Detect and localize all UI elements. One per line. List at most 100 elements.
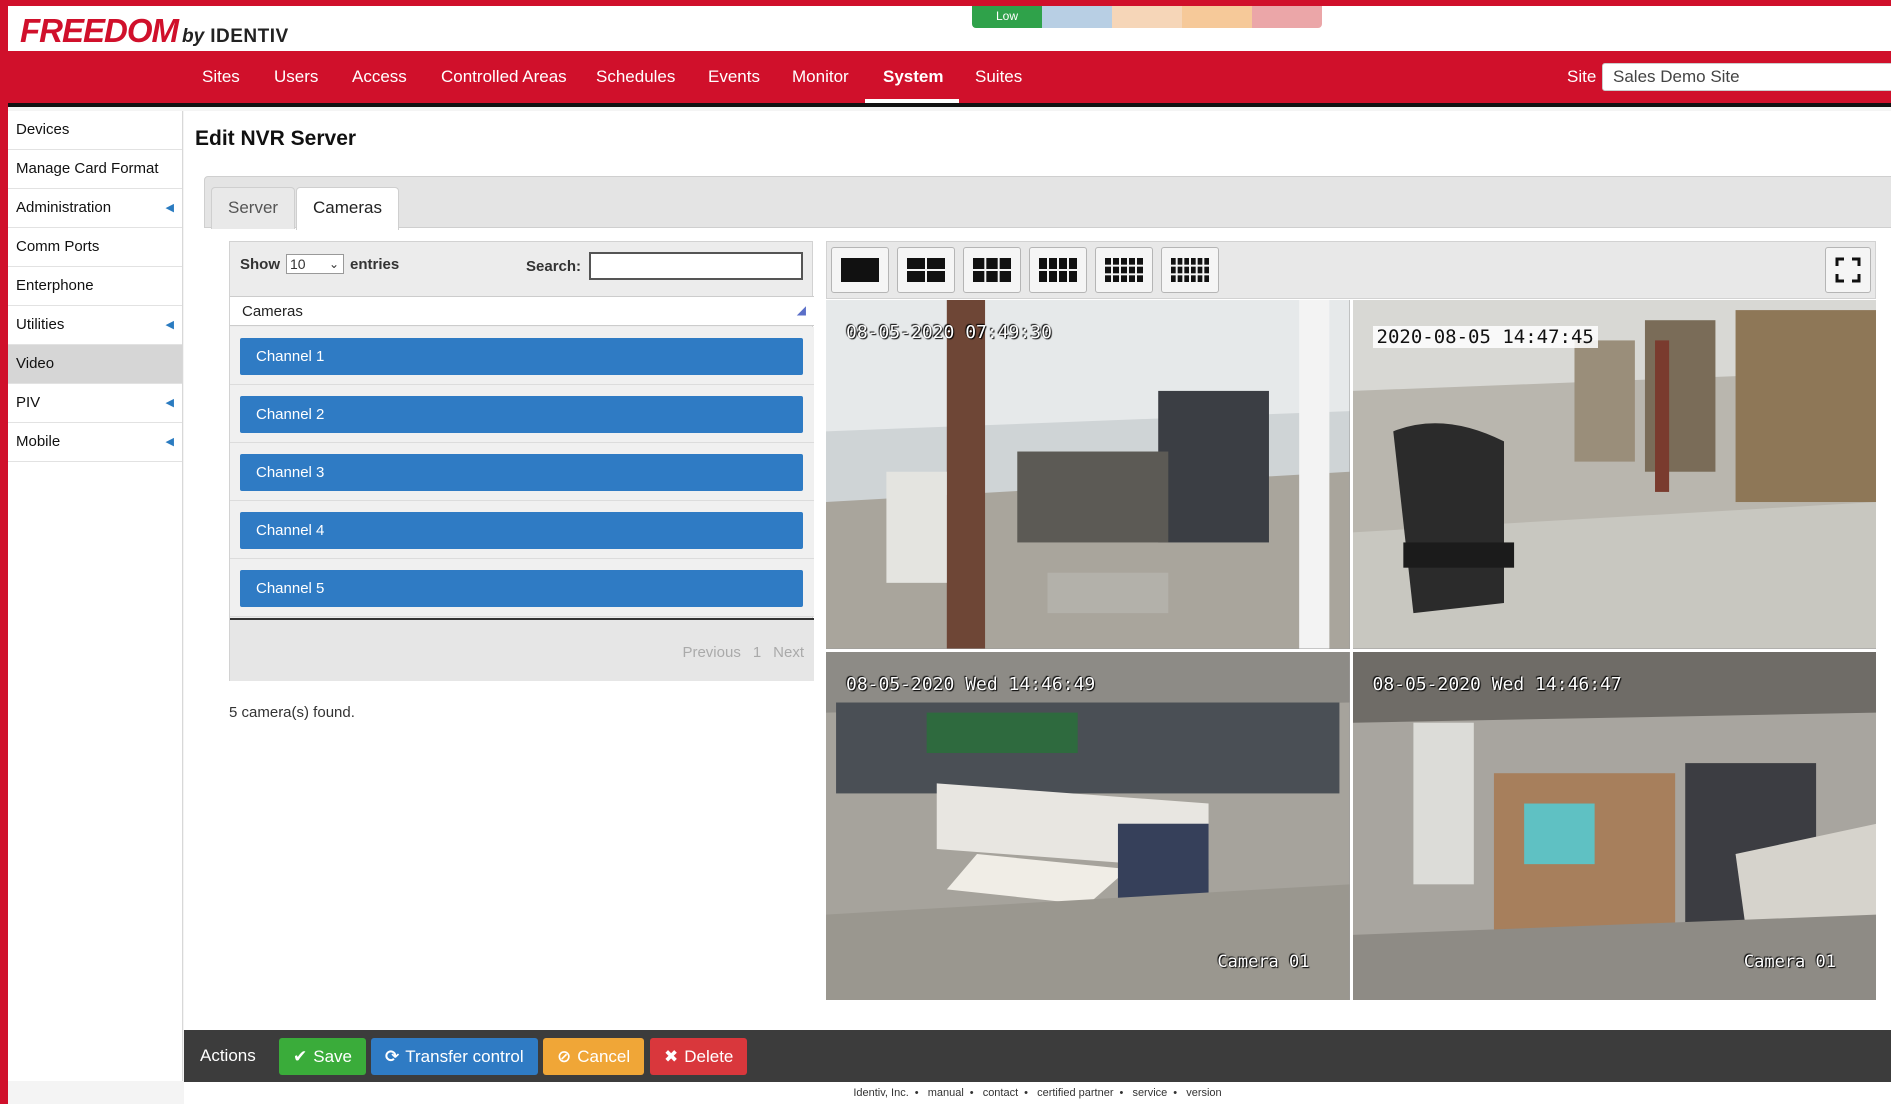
actions-label: Actions bbox=[200, 1046, 256, 1065]
tab-server[interactable]: Server bbox=[211, 187, 296, 229]
layout-3x3-icon bbox=[973, 258, 1011, 282]
sort-asc-icon[interactable]: ◢ bbox=[797, 303, 806, 317]
camera-feed-3[interactable]: 08-05-2020 Wed 14:46:49 Camera 01 bbox=[826, 651, 1350, 1000]
column-header-label: Cameras bbox=[242, 303, 303, 320]
threat-level-4[interactable] bbox=[1182, 6, 1252, 28]
footer-link-manual[interactable]: manual bbox=[928, 1087, 964, 1099]
tab-cameras[interactable]: Cameras bbox=[296, 187, 399, 230]
results-count: 5 camera(s) found. bbox=[229, 704, 355, 721]
footer-separator: • bbox=[1119, 1087, 1124, 1099]
threat-level-5[interactable] bbox=[1252, 6, 1322, 28]
table-footer: Previous 1 Next bbox=[230, 618, 814, 681]
check-icon: ✔ bbox=[293, 1047, 308, 1066]
nav-monitor[interactable]: Monitor bbox=[792, 51, 849, 103]
save-label: Save bbox=[313, 1047, 352, 1066]
nav-schedules[interactable]: Schedules bbox=[596, 51, 675, 103]
layout-5x5-icon bbox=[1105, 258, 1143, 282]
cameras-column-header[interactable]: Cameras ◢ bbox=[230, 296, 814, 326]
camera-feed-image bbox=[1352, 300, 1876, 649]
sidebar-item-video[interactable]: Video bbox=[8, 345, 182, 384]
refresh-icon: ⟳ bbox=[385, 1047, 400, 1066]
footer-separator: • bbox=[914, 1087, 919, 1099]
footer-separator: • bbox=[1024, 1087, 1029, 1099]
top-header: FREEDOM by IDENTIV Low bbox=[8, 6, 1891, 51]
table-row: Channel 3 bbox=[230, 443, 814, 501]
camera-feed-image bbox=[1352, 651, 1876, 1000]
camera-feed-image bbox=[826, 651, 1350, 1000]
layout-5x5-button[interactable] bbox=[1095, 247, 1153, 293]
camera-timestamp: 2020-08-05 14:47:45 bbox=[1372, 326, 1598, 348]
camera-channel-2-button[interactable]: Channel 2 bbox=[240, 396, 803, 433]
camera-feed-2[interactable]: 2020-08-05 14:47:45 bbox=[1352, 300, 1876, 649]
camera-feed-1[interactable]: 08-05-2020 07:49:30 bbox=[826, 300, 1350, 649]
sidebar-item-utilities[interactable]: Utilities ◀ bbox=[8, 306, 182, 345]
fullscreen-button[interactable] bbox=[1825, 247, 1871, 293]
delete-label: Delete bbox=[684, 1047, 734, 1066]
camera-feed-4[interactable]: 08-05-2020 Wed 14:46:47 Camera 01 bbox=[1352, 651, 1876, 1000]
footer-link-certified-partner[interactable]: certified partner bbox=[1037, 1087, 1113, 1099]
site-select[interactable]: Sales Demo Site bbox=[1602, 63, 1891, 91]
nav-access[interactable]: Access bbox=[352, 51, 407, 103]
transfer-control-button[interactable]: ⟳ Transfer control bbox=[371, 1038, 538, 1075]
layout-1x1-button[interactable] bbox=[831, 247, 889, 293]
page-size-select[interactable]: 10 ⌄ bbox=[286, 254, 344, 274]
previous-page-button[interactable]: Previous bbox=[682, 644, 740, 661]
cancel-button[interactable]: ⊘ Cancel bbox=[543, 1038, 645, 1075]
main-content: Edit NVR Server Server Cameras Show 10 ⌄… bbox=[184, 111, 1891, 1036]
nav-sites[interactable]: Sites bbox=[202, 51, 240, 103]
footer-link-service[interactable]: service bbox=[1132, 1087, 1167, 1099]
camera-channel-5-button[interactable]: Channel 5 bbox=[240, 570, 803, 607]
sidebar-item-label: Administration bbox=[16, 199, 112, 216]
camera-channel-1-button[interactable]: Channel 1 bbox=[240, 338, 803, 375]
threat-level-low[interactable]: Low bbox=[972, 6, 1042, 28]
layout-2x2-button[interactable] bbox=[897, 247, 955, 293]
footer-link-version[interactable]: version bbox=[1186, 1087, 1221, 1099]
camera-label: Camera 01 bbox=[1743, 952, 1836, 972]
layout-3x3-button[interactable] bbox=[963, 247, 1021, 293]
video-layout-toolbar bbox=[826, 241, 1876, 299]
camera-timestamp: 08-05-2020 Wed 14:46:49 bbox=[846, 673, 1096, 695]
app-window: FREEDOM by IDENTIV Low Sites Users Acces… bbox=[8, 6, 1891, 1104]
nav-system[interactable]: System bbox=[883, 51, 943, 103]
camera-label: Camera 01 bbox=[1217, 952, 1310, 972]
site-label: Site bbox=[1567, 67, 1597, 86]
save-button[interactable]: ✔ Save bbox=[279, 1038, 366, 1075]
sidebar-item-mobile[interactable]: Mobile ◀ bbox=[8, 423, 182, 462]
camera-channel-4-button[interactable]: Channel 4 bbox=[240, 512, 803, 549]
footer-separator: • bbox=[969, 1087, 974, 1099]
caret-left-icon: ◀ bbox=[165, 319, 174, 331]
chevron-down-icon: ⌄ bbox=[328, 257, 339, 271]
search-input[interactable] bbox=[589, 252, 803, 280]
nav-controlled-areas[interactable]: Controlled Areas bbox=[441, 51, 567, 103]
nav-users[interactable]: Users bbox=[274, 51, 318, 103]
video-grid: 08-05-2020 07:49:30 2020-08-05 14:47:45 bbox=[826, 300, 1876, 1000]
freedom-logo[interactable]: FREEDOM by IDENTIV bbox=[20, 12, 289, 49]
sidebar-item-devices[interactable]: Devices bbox=[8, 111, 182, 150]
footer-separator: • bbox=[1173, 1087, 1178, 1099]
sidebar-item-enterphone[interactable]: Enterphone bbox=[8, 267, 182, 306]
footer-link-company[interactable]: Identiv, Inc. bbox=[853, 1087, 908, 1099]
logo-by: by bbox=[182, 26, 205, 47]
nav-suites[interactable]: Suites bbox=[975, 51, 1022, 103]
camera-list-panel: Show 10 ⌄ entries Search: Cameras ◢ Chan… bbox=[229, 241, 814, 681]
layout-4x4-button[interactable] bbox=[1029, 247, 1087, 293]
table-row: Channel 5 bbox=[230, 559, 814, 617]
threat-level-2[interactable] bbox=[1042, 6, 1112, 28]
next-page-button[interactable]: Next bbox=[773, 644, 804, 661]
page-number-button[interactable]: 1 bbox=[753, 644, 761, 661]
sidebar-item-comm-ports[interactable]: Comm Ports bbox=[8, 228, 182, 267]
threat-level-3[interactable] bbox=[1112, 6, 1182, 28]
footer-link-contact[interactable]: contact bbox=[983, 1087, 1018, 1099]
search-label: Search: bbox=[526, 258, 582, 275]
threat-level-bar[interactable]: Low bbox=[972, 6, 1322, 28]
logo-brand: FREEDOM bbox=[20, 12, 179, 49]
sidebar-item-piv[interactable]: PIV ◀ bbox=[8, 384, 182, 423]
nav-events[interactable]: Events bbox=[708, 51, 760, 103]
main-nav: Sites Users Access Controlled Areas Sche… bbox=[8, 51, 1891, 107]
delete-button[interactable]: ✖ Delete bbox=[650, 1038, 748, 1075]
sidebar-item-manage-card-format[interactable]: Manage Card Format bbox=[8, 150, 182, 189]
layout-6x6-button[interactable] bbox=[1161, 247, 1219, 293]
sidebar-item-label: Mobile bbox=[16, 433, 61, 450]
sidebar-item-administration[interactable]: Administration ◀ bbox=[8, 189, 182, 228]
camera-channel-3-button[interactable]: Channel 3 bbox=[240, 454, 803, 491]
